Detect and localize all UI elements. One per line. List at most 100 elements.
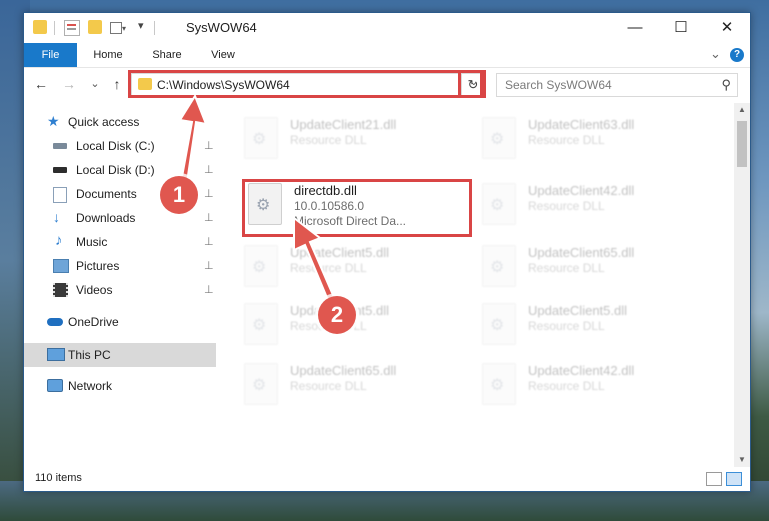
list-item[interactable]: ⚙ UpdateClient5.dll Resource DLL [244,241,464,291]
sidebar-item-label: Documents [76,187,137,201]
chevron-down-icon[interactable]: ▾ [138,19,144,32]
pin-icon[interactable]: ⊥ [204,187,214,200]
file-name: UpdateClient65.dll [290,363,397,378]
pin-icon[interactable]: ⊥ [204,259,214,272]
file-explorer-window: ▾ ▾ SysWOW64 — ☐ ✕ File Home Share View … [23,12,751,492]
pin-icon[interactable]: ⊥ [204,211,214,224]
file-name: UpdateClient63.dll [528,117,635,132]
sidebar-item-pictures[interactable]: Pictures ⊥ [24,254,216,278]
dll-file-icon: ⚙ [482,183,516,225]
dll-file-icon: ⚙ [244,303,278,345]
details-view-icon[interactable] [706,472,722,486]
sidebar-item-local-disk-c[interactable]: Local Disk (C:) ⊥ [24,134,216,158]
sidebar-item-label: Music [76,235,108,249]
file-type: Resource DLL [528,319,605,333]
ribbon-tabs: File Home Share View ⌄ ? [24,43,750,68]
scroll-up-icon[interactable]: ▲ [734,103,750,117]
tab-share[interactable]: Share [142,43,192,67]
pin-icon[interactable]: ⊥ [204,163,214,176]
list-item[interactable]: ⚙ UpdateClient65.dll Resource DLL [244,359,464,409]
cloud-icon [47,318,63,326]
pin-icon[interactable]: ⊥ [204,235,214,248]
sidebar-item-this-pc[interactable]: This PC [24,343,216,367]
computer-icon [47,348,65,361]
new-folder-icon[interactable] [88,20,102,34]
list-item[interactable]: ⚙ UpdateClient42.dll Resource DLL [482,179,702,229]
list-item[interactable]: ⚙ UpdateClient63.dll Resource DLL [482,113,702,163]
pin-icon[interactable]: ⊥ [204,139,214,152]
list-item[interactable]: ⚙ UpdateClient65.dll Resource DLL [482,241,702,291]
highlight-refresh-box [458,70,486,98]
large-icons-view-icon[interactable] [726,472,742,486]
search-icon: ⚲ [721,77,731,92]
star-icon: ★ [47,113,60,129]
drive-icon [53,167,67,173]
dll-file-icon: ⚙ [482,117,516,159]
file-type: Resource DLL [290,133,367,147]
file-name: UpdateClient5.dll [290,245,390,260]
file-name: UpdateClient21.dll [290,117,397,132]
file-name: UpdateClient5.dll [528,303,628,318]
sidebar-item-label: Network [68,379,113,393]
customize-toolbar-icon[interactable]: ▾ [110,20,126,34]
sidebar-item-label: OneDrive [68,315,119,329]
file-type: Resource DLL [290,379,367,393]
sidebar-item-label: Pictures [76,259,120,273]
tab-home[interactable]: Home [84,43,132,67]
sidebar-item-videos[interactable]: Videos ⊥ [24,278,216,302]
divider [154,21,155,35]
sidebar-item-network[interactable]: Network [24,374,216,398]
sidebar-item-music[interactable]: ♪ Music ⊥ [24,230,216,254]
file-type: Resource DLL [528,379,605,393]
file-name: UpdateClient65.dll [528,245,635,260]
expand-ribbon-icon[interactable]: ⌄ [710,46,721,62]
sidebar-item-label: Downloads [76,211,136,225]
highlight-file-box [242,179,472,237]
sidebar-item-label: Local Disk (C:) [76,139,155,153]
download-icon: ↓ [53,209,60,225]
close-button[interactable]: ✕ [704,13,750,43]
back-button[interactable]: ← [32,75,50,93]
help-icon[interactable]: ? [730,48,744,62]
tab-file[interactable]: File [24,43,77,67]
up-button[interactable]: ↑ [108,75,126,93]
list-item[interactable]: ⚙ UpdateClient5.dll Resource DLL [482,299,702,349]
documents-icon [53,187,67,203]
callout-step-1: 1 [160,176,198,214]
minimize-button[interactable]: — [612,13,658,43]
sidebar-item-onedrive[interactable]: OneDrive [24,310,216,334]
scroll-thumb[interactable] [737,121,747,167]
file-name: UpdateClient42.dll [528,183,635,198]
file-list: ⚙ UpdateClient21.dll Resource DLL ⚙ Upda… [224,103,732,467]
forward-button[interactable]: → [60,75,78,93]
window-title: SysWOW64 [186,20,257,35]
status-bar: 110 items [24,468,750,491]
folder-icon [33,20,47,34]
sidebar-item-label: Local Disk (D:) [76,163,155,177]
pin-icon[interactable]: ⊥ [204,283,214,296]
dll-file-icon: ⚙ [244,117,278,159]
file-type: Resource DLL [528,133,605,147]
vertical-scrollbar[interactable]: ▲ ▼ [734,103,750,467]
pictures-icon [53,259,69,273]
maximize-button[interactable]: ☐ [658,13,704,43]
dll-file-icon: ⚙ [244,363,278,405]
scroll-down-icon[interactable]: ▼ [734,453,750,467]
tab-view[interactable]: View [202,43,244,67]
dll-file-icon: ⚙ [482,363,516,405]
navigation-pane: ★ Quick access Local Disk (C:) ⊥ Local D… [24,103,216,467]
title-bar: ▾ ▾ SysWOW64 — ☐ ✕ [24,13,750,43]
callout-step-2: 2 [318,296,356,334]
file-type: Resource DLL [528,261,605,275]
list-item[interactable]: ⚙ UpdateClient21.dll Resource DLL [244,113,464,163]
item-count: 110 items [35,472,82,484]
search-input[interactable]: Search SysWOW64 ⚲ [496,73,738,97]
properties-icon[interactable] [64,20,80,36]
sidebar-item-quick-access[interactable]: ★ Quick access [24,110,216,134]
recent-locations-button[interactable]: ⌄ [86,75,104,93]
list-item[interactable]: ⚙ UpdateClient42.dll Resource DLL [482,359,702,409]
highlight-address-box [128,70,483,98]
divider [54,21,55,35]
drive-icon [53,143,67,149]
search-placeholder: Search SysWOW64 [505,78,612,92]
